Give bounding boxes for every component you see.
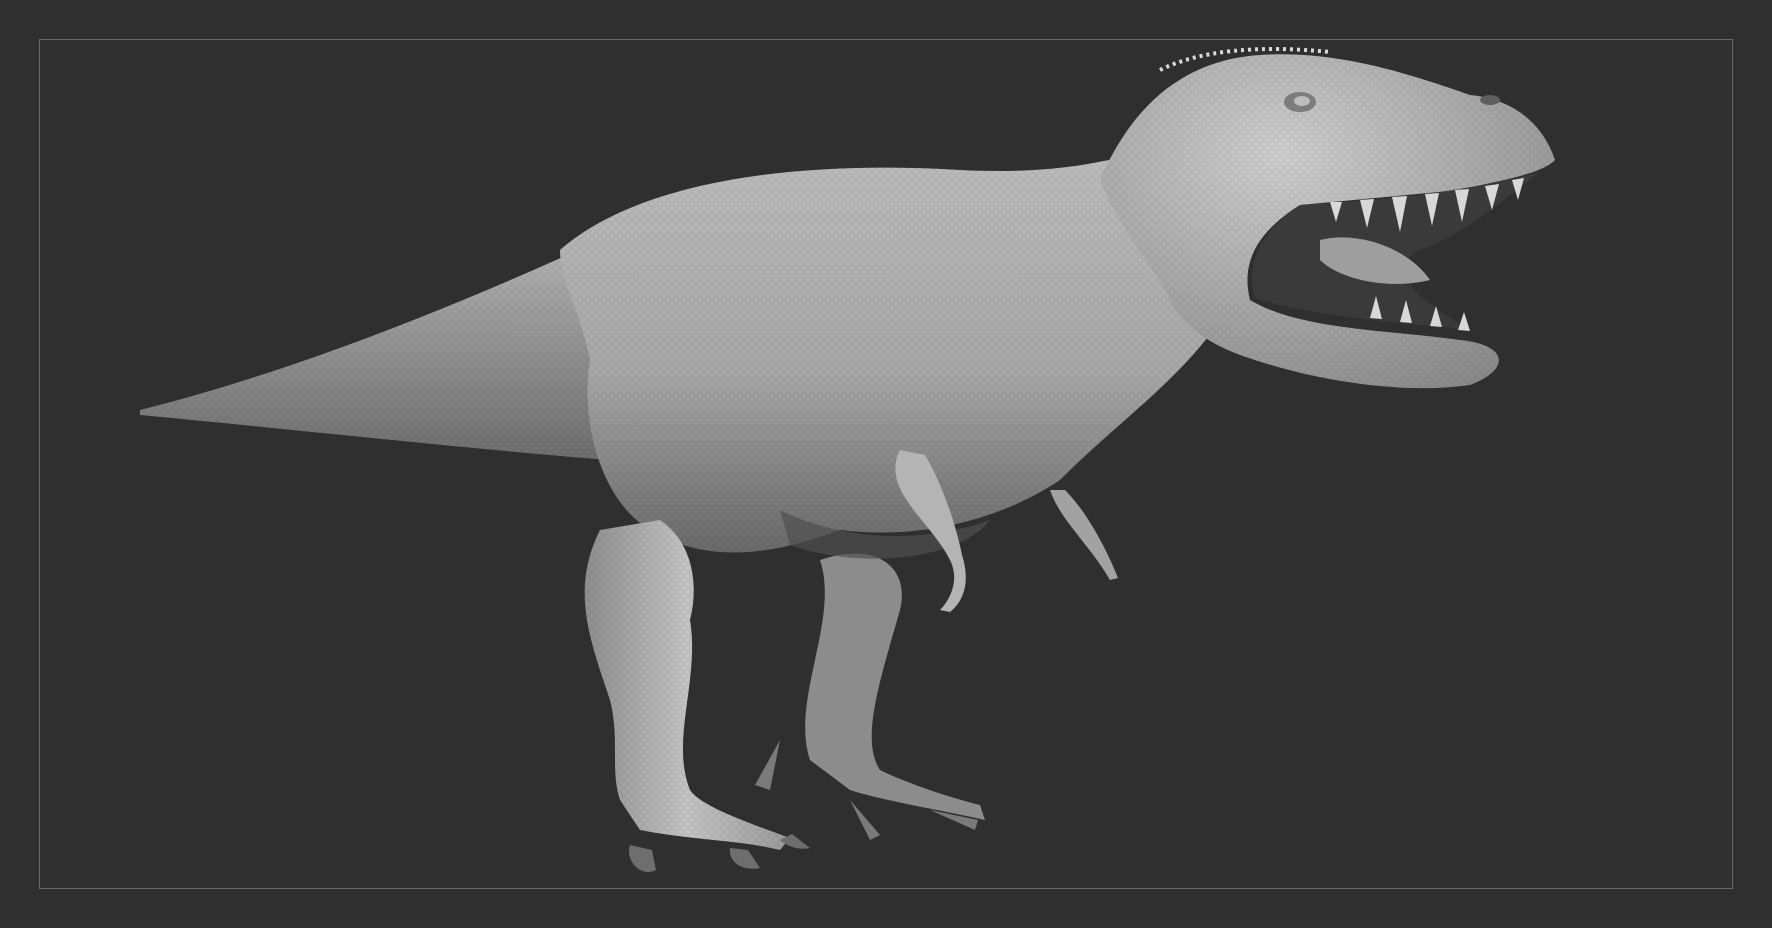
tail [140,240,632,460]
near-leg [584,520,810,872]
viewport [0,0,1772,928]
dinosaur-model [140,47,1555,872]
